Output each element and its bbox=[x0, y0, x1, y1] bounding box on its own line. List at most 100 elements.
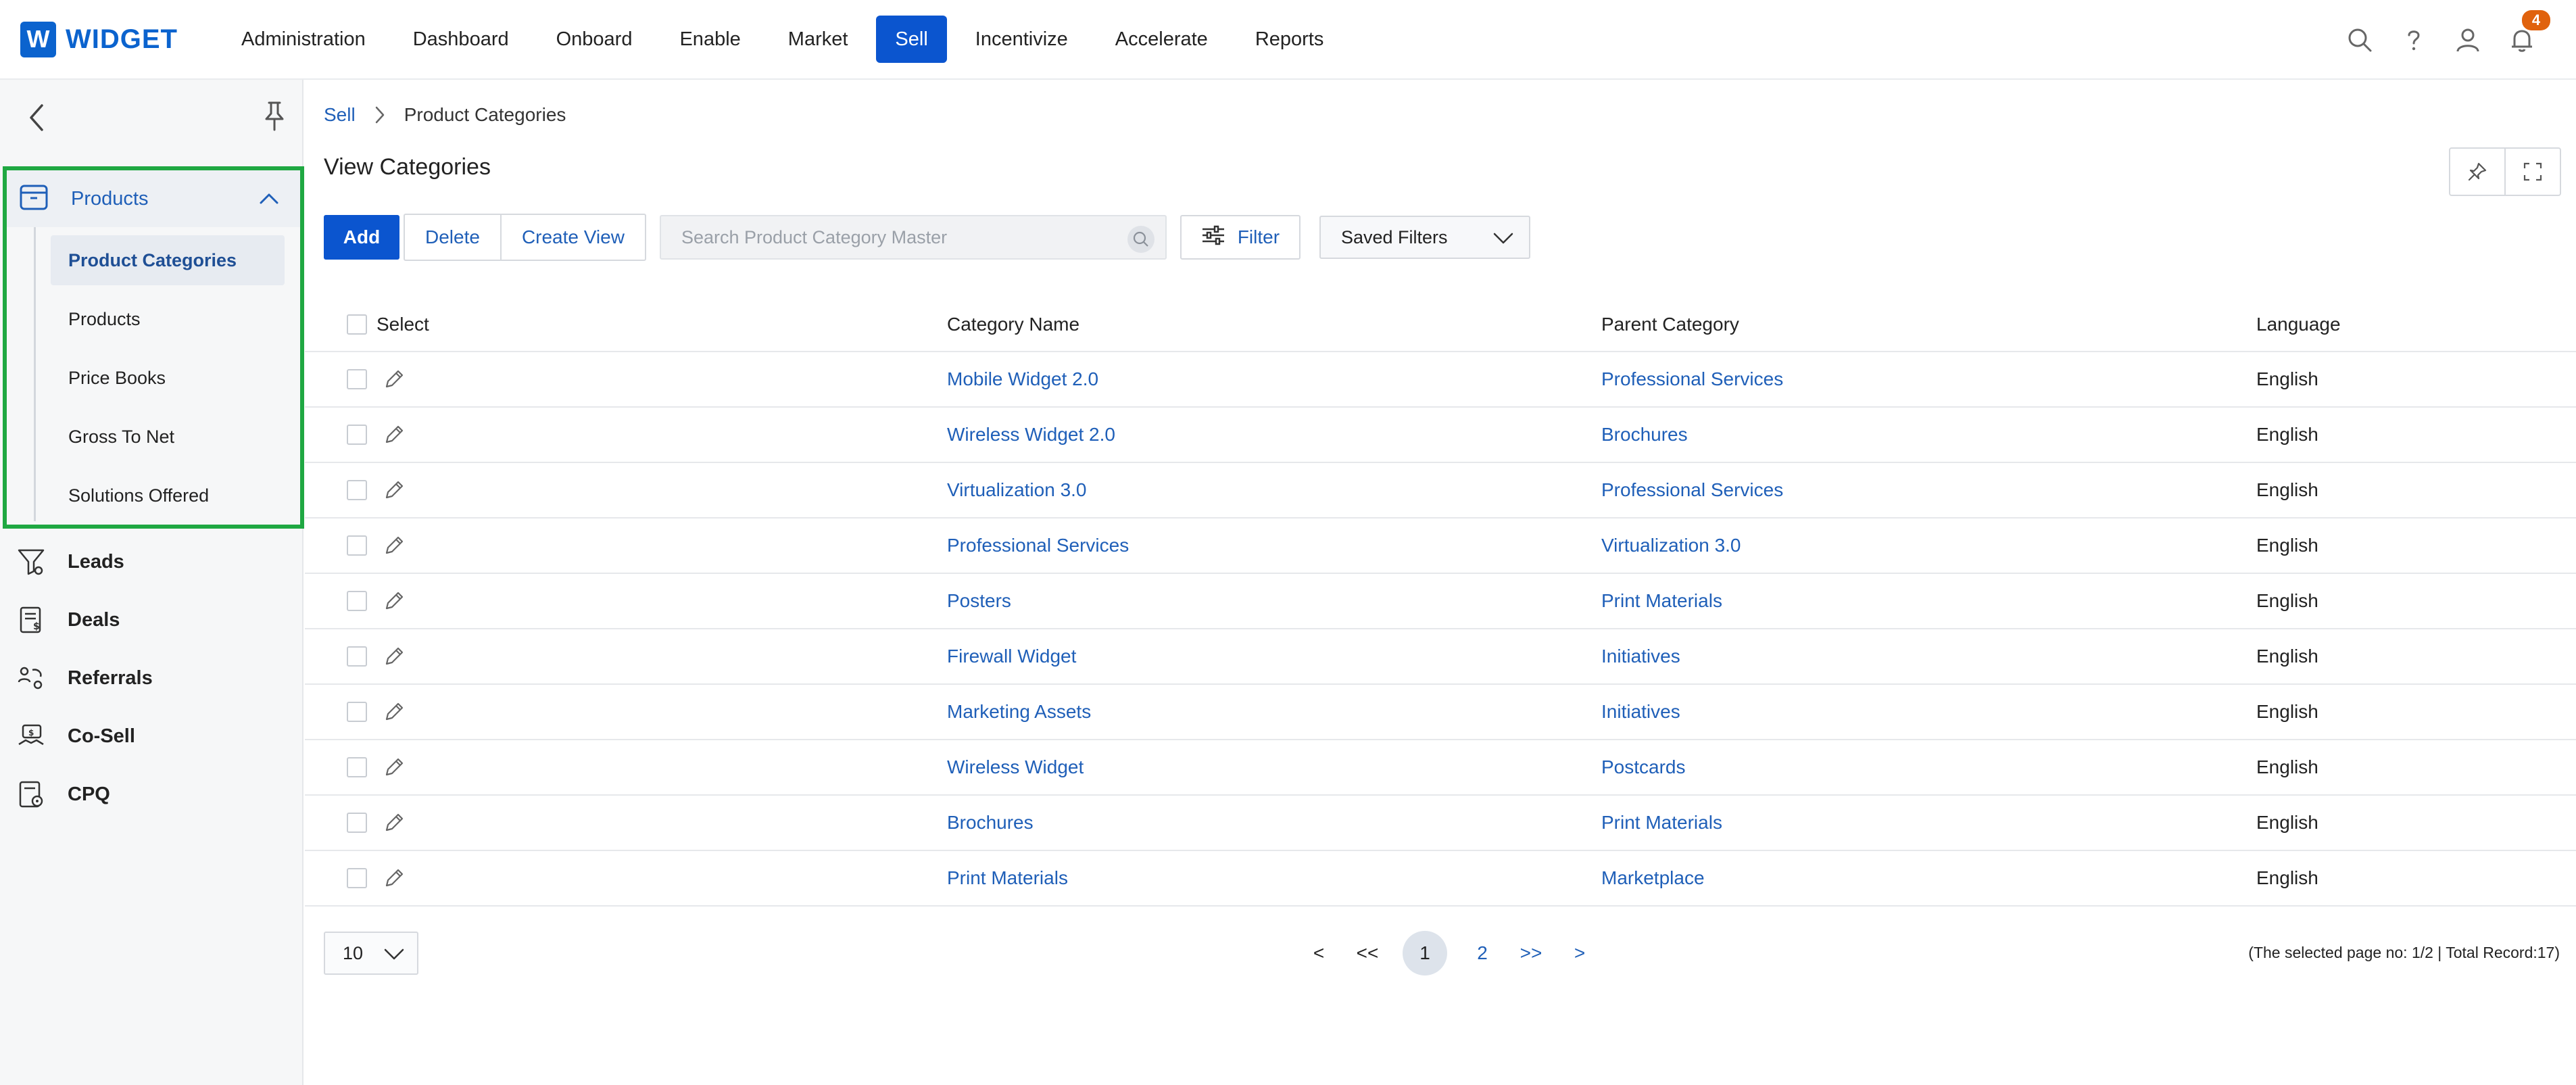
create-view-button[interactable]: Create View bbox=[500, 215, 645, 260]
search-icon[interactable] bbox=[2346, 26, 2373, 53]
fullscreen-icon[interactable] bbox=[2504, 149, 2560, 195]
pagination-page-1[interactable]: 1 bbox=[1403, 931, 1447, 975]
edit-icon[interactable] bbox=[383, 685, 406, 739]
category-name-link[interactable]: Wireless Widget 2.0 bbox=[947, 408, 1115, 462]
nav-item-dashboard[interactable]: Dashboard bbox=[394, 16, 528, 63]
row-select-cell bbox=[347, 685, 367, 739]
row-checkbox[interactable] bbox=[347, 369, 367, 389]
user-icon[interactable] bbox=[2454, 26, 2481, 53]
parent-category-link[interactable]: Initiatives bbox=[1601, 685, 1680, 739]
row-checkbox[interactable] bbox=[347, 646, 367, 667]
column-header-category-name[interactable]: Category Name bbox=[947, 298, 1079, 351]
sidebar-item-product-categories[interactable]: Product Categories bbox=[51, 235, 285, 285]
nav-item-incentivize[interactable]: Incentivize bbox=[956, 16, 1087, 63]
nav-item-reports[interactable]: Reports bbox=[1236, 16, 1343, 63]
parent-category-link[interactable]: Initiatives bbox=[1601, 629, 1680, 683]
parent-category-link[interactable]: Brochures bbox=[1601, 408, 1688, 462]
category-name-link[interactable]: Brochures bbox=[947, 796, 1034, 850]
parent-category-link[interactable]: Marketplace bbox=[1601, 851, 1705, 905]
saved-filters-dropdown[interactable]: Saved Filters bbox=[1319, 216, 1530, 259]
parent-category-link[interactable]: Print Materials bbox=[1601, 796, 1722, 850]
category-name-link[interactable]: Professional Services bbox=[947, 519, 1129, 573]
sidebar-item-gross-to-net[interactable]: Gross To Net bbox=[51, 412, 285, 462]
category-name-link[interactable]: Mobile Widget 2.0 bbox=[947, 352, 1098, 406]
column-header-parent-category[interactable]: Parent Category bbox=[1601, 298, 1739, 351]
row-checkbox[interactable] bbox=[347, 702, 367, 722]
filter-button[interactable]: Filter bbox=[1180, 215, 1301, 260]
column-header-language[interactable]: Language bbox=[2256, 298, 2341, 351]
category-name-link[interactable]: Marketing Assets bbox=[947, 685, 1091, 739]
sidebar-item-cpq[interactable]: CPQ bbox=[0, 765, 303, 823]
sidebar-item-co-sell[interactable]: $ Co-Sell bbox=[0, 707, 303, 765]
row-checkbox[interactable] bbox=[347, 591, 367, 611]
bell-icon[interactable]: 4 bbox=[2508, 10, 2550, 53]
parent-category-link[interactable]: Professional Services bbox=[1601, 463, 1783, 517]
chevron-up-icon[interactable] bbox=[258, 188, 280, 213]
help-icon[interactable] bbox=[2400, 26, 2427, 53]
pin-sidebar-icon[interactable] bbox=[262, 100, 287, 136]
collapse-sidebar-icon[interactable] bbox=[26, 101, 47, 137]
edit-icon[interactable] bbox=[383, 352, 406, 406]
search-input[interactable] bbox=[679, 226, 1102, 249]
sidebar-item-leads[interactable]: Leads bbox=[0, 533, 303, 591]
edit-icon[interactable] bbox=[383, 519, 406, 573]
pagination-first[interactable]: << bbox=[1354, 932, 1381, 975]
edit-icon[interactable] bbox=[383, 740, 406, 794]
language-cell: English bbox=[2256, 535, 2318, 556]
table-row: Marketing Assets Initiatives English bbox=[305, 685, 2576, 740]
edit-icon[interactable] bbox=[383, 408, 406, 462]
delete-button[interactable]: Delete bbox=[405, 215, 500, 260]
category-name-link[interactable]: Posters bbox=[947, 574, 1011, 628]
breadcrumb-link-sell[interactable]: Sell bbox=[324, 104, 356, 126]
edit-icon[interactable] bbox=[383, 851, 406, 905]
categories-table: Select Category Name Parent Category Lan… bbox=[305, 298, 2576, 907]
sidebar-item-referrals[interactable]: Referrals bbox=[0, 649, 303, 707]
parent-category-link[interactable]: Print Materials bbox=[1601, 574, 1722, 628]
table-row: Virtualization 3.0 Professional Services E… bbox=[305, 463, 2576, 519]
logo[interactable]: W WIDGET bbox=[20, 21, 178, 57]
nav-item-enable[interactable]: Enable bbox=[660, 16, 759, 63]
row-checkbox[interactable] bbox=[347, 813, 367, 833]
pagination-next[interactable]: > bbox=[1566, 932, 1593, 975]
row-select-cell bbox=[347, 740, 367, 794]
sidebar-item-price-books[interactable]: Price Books bbox=[51, 353, 285, 403]
top-icons: 4 bbox=[2346, 0, 2550, 80]
pin-view-icon[interactable] bbox=[2450, 149, 2504, 195]
edit-icon[interactable] bbox=[383, 796, 406, 850]
search-submit-icon[interactable] bbox=[1127, 226, 1155, 253]
edit-icon[interactable] bbox=[383, 463, 406, 517]
category-name-link[interactable]: Wireless Widget bbox=[947, 740, 1084, 794]
parent-category-link[interactable]: Virtualization 3.0 bbox=[1601, 519, 1741, 573]
parent-category-link[interactable]: Professional Services bbox=[1601, 352, 1783, 406]
nav-item-administration[interactable]: Administration bbox=[222, 16, 385, 63]
main-nav: Administration Dashboard Onboard Enable … bbox=[222, 0, 1352, 78]
category-name-link[interactable]: Print Materials bbox=[947, 851, 1068, 905]
row-checkbox[interactable] bbox=[347, 757, 367, 777]
top-navigation-bar: W WIDGET Administration Dashboard Onboar… bbox=[0, 0, 2576, 80]
nav-item-accelerate[interactable]: Accelerate bbox=[1096, 16, 1227, 63]
page-size-select[interactable]: 10 bbox=[324, 932, 418, 975]
sidebar-item-solutions-offered[interactable]: Solutions Offered bbox=[51, 471, 285, 521]
category-name-link[interactable]: Virtualization 3.0 bbox=[947, 463, 1087, 517]
add-button[interactable]: Add bbox=[324, 215, 399, 260]
edit-icon[interactable] bbox=[383, 574, 406, 628]
pagination-page-2[interactable]: 2 bbox=[1469, 932, 1496, 975]
nav-item-onboard[interactable]: Onboard bbox=[537, 16, 652, 63]
parent-category-link[interactable]: Postcards bbox=[1601, 740, 1686, 794]
row-checkbox[interactable] bbox=[347, 535, 367, 556]
nav-item-market[interactable]: Market bbox=[769, 16, 867, 63]
pagination-prev[interactable]: < bbox=[1305, 932, 1332, 975]
pagination-last[interactable]: >> bbox=[1517, 932, 1545, 975]
category-name-link[interactable]: Firewall Widget bbox=[947, 629, 1076, 683]
pagination: < << 1 2 >> > bbox=[1305, 931, 1615, 975]
sidebar-item-products[interactable]: Products bbox=[51, 294, 285, 344]
row-checkbox[interactable] bbox=[347, 480, 367, 500]
nav-item-sell[interactable]: Sell bbox=[876, 16, 947, 63]
row-checkbox[interactable] bbox=[347, 425, 367, 445]
language-cell: English bbox=[2256, 701, 2318, 722]
row-checkbox[interactable] bbox=[347, 868, 367, 888]
sidebar-item-deals[interactable]: $ Deals bbox=[0, 591, 303, 649]
sidebar-group-products[interactable]: Products bbox=[7, 170, 300, 227]
select-all-checkbox[interactable] bbox=[347, 314, 367, 335]
edit-icon[interactable] bbox=[383, 629, 406, 683]
